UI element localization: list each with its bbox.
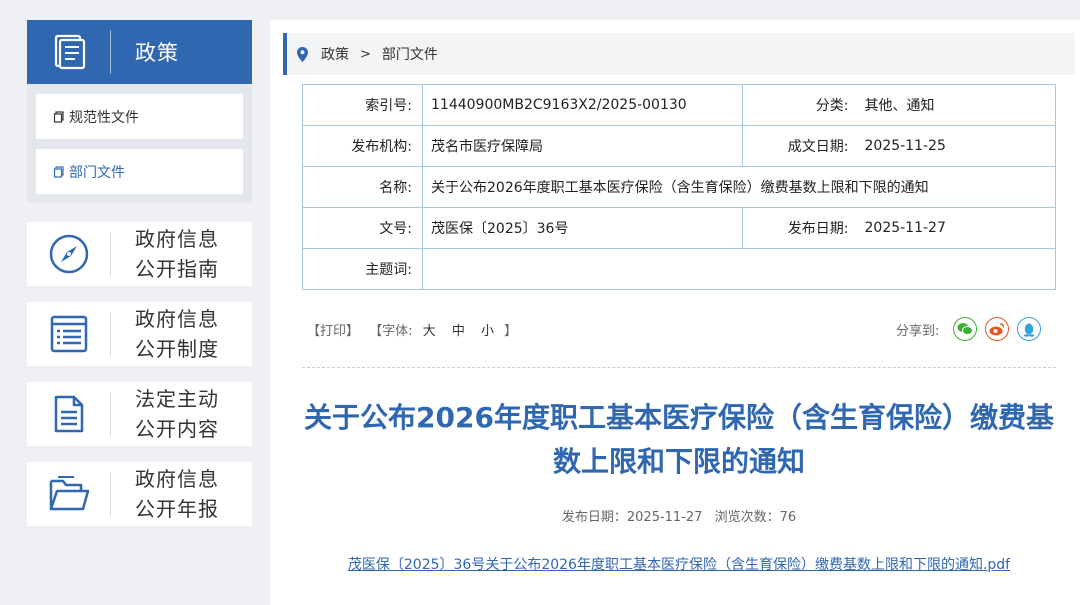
breadcrumb: 政策 > 部门文件 <box>283 33 1075 75</box>
document-metadata-table: 索引号: 11440900MB2C9163X2/2025-00130 分类: 其… <box>302 84 1056 290</box>
wechat-share-icon[interactable] <box>953 317 978 341</box>
weibo-share-icon[interactable] <box>985 317 1010 341</box>
nav-card-disclosure-system[interactable]: 政府信息 公开制度 <box>27 302 252 366</box>
sidebar-item-label: 部门文件 <box>69 164 125 181</box>
article-publish-info: 发布日期：2025-11-27 浏览次数：76 <box>302 506 1056 525</box>
nav-card-disclosure-guide[interactable]: 政府信息 公开指南 <box>27 222 252 286</box>
book-icon <box>27 30 111 74</box>
meta-docno-label: 文号: <box>302 207 423 249</box>
meta-name-label: 名称: <box>302 166 423 208</box>
font-size-medium[interactable]: 中 <box>452 324 465 339</box>
list-document-icon <box>27 312 111 356</box>
article-toolbar: 【打印】 【字体: 大 中 小 】 <box>307 320 523 339</box>
meta-subject-value <box>422 248 1056 290</box>
nav-card-statutory-content[interactable]: 法定主动 公开内容 <box>27 382 252 446</box>
meta-written-date-label: 成文日期: <box>742 125 863 167</box>
font-size-small[interactable]: 小 <box>481 324 494 339</box>
font-size-large[interactable]: 大 <box>423 324 436 339</box>
sidebar-item-normative-docs[interactable]: 规范性文件 <box>36 94 243 139</box>
share-label: 分享到: <box>896 323 940 339</box>
print-link[interactable]: 【打印】 <box>307 324 359 339</box>
sidebar-header-title: 政策 <box>135 41 179 65</box>
meta-docno-value: 茂医保〔2025〕36号 <box>422 207 743 249</box>
meta-pubdate-value: 2025-11-27 <box>862 207 1056 249</box>
nav-card-label-line1: 政府信息 <box>135 467 219 491</box>
meta-index-value: 11440900MB2C9163X2/2025-00130 <box>422 84 743 126</box>
nav-card-annual-report[interactable]: 政府信息 公开年报 <box>27 462 252 526</box>
meta-written-date-value: 2025-11-25 <box>862 125 1056 167</box>
file-icon <box>53 165 65 178</box>
sidebar: 政策 规范性文件 部门文件 政府信息 公开指南 政府信息 公开制度 法定主动 公… <box>27 20 252 526</box>
nav-card-label-line1: 政府信息 <box>135 227 219 251</box>
sidebar-item-department-docs[interactable]: 部门文件 <box>36 149 243 194</box>
qq-share-icon[interactable] <box>1017 317 1042 341</box>
share-bar: 分享到: <box>896 317 1049 341</box>
nav-card-label-line2: 公开内容 <box>135 417 219 441</box>
main-content: 政策 > 部门文件 索引号: 11440900MB2C9163X2/2025-0… <box>270 20 1080 605</box>
folder-icon <box>27 472 111 516</box>
breadcrumb-separator: > <box>360 46 371 62</box>
sidebar-header[interactable]: 政策 <box>27 20 252 84</box>
sidebar-item-label: 规范性文件 <box>69 109 139 126</box>
article-publish-date: 发布日期：2025-11-27 <box>561 510 703 525</box>
article-title: 关于公布2026年度职工基本医疗保险（含生育保险）缴费基数上限和下限的通知 <box>304 401 1054 478</box>
sidebar-submenu: 规范性文件 部门文件 <box>27 84 252 202</box>
meta-org-value: 茂名市医疗保障局 <box>422 125 743 167</box>
font-size-suffix: 】 <box>504 324 518 339</box>
meta-category-value: 其他、通知 <box>862 84 1056 126</box>
meta-org-label: 发布机构: <box>302 125 423 167</box>
nav-card-label-line1: 法定主动 <box>135 387 219 411</box>
nav-card-label-line2: 公开制度 <box>135 337 219 361</box>
meta-pubdate-label: 发布日期: <box>742 207 863 249</box>
font-size-prefix: 【字体: <box>369 324 413 339</box>
attachment-link[interactable]: 茂医保〔2025〕36号关于公布2026年度职工基本医疗保险（含生育保险）缴费基… <box>302 554 1056 574</box>
meta-subject-label: 主题词: <box>302 248 423 290</box>
nav-card-label-line2: 公开年报 <box>135 497 219 521</box>
nav-card-label-line1: 政府信息 <box>135 307 219 331</box>
file-icon <box>53 110 65 123</box>
content-divider <box>302 367 1056 368</box>
location-pin-icon <box>297 46 308 62</box>
meta-index-label: 索引号: <box>302 84 423 126</box>
breadcrumb-item-department-docs[interactable]: 部门文件 <box>382 44 438 64</box>
compass-icon <box>27 232 111 276</box>
breadcrumb-item-policy[interactable]: 政策 <box>321 44 349 64</box>
meta-name-value: 关于公布2026年度职工基本医疗保险（含生育保险）缴费基数上限和下限的通知 <box>422 166 1056 208</box>
document-icon <box>27 392 111 436</box>
article-view-count: 浏览次数：76 <box>714 510 797 525</box>
nav-card-label-line2: 公开指南 <box>135 257 219 281</box>
meta-category-label: 分类: <box>742 84 863 126</box>
